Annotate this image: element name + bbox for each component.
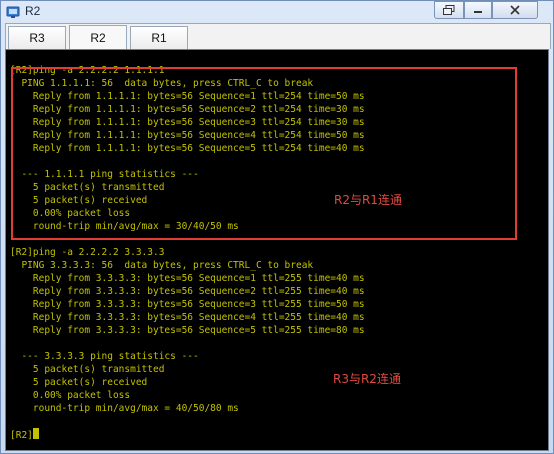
window-title: R2 <box>25 4 41 18</box>
tab-r2[interactable]: R2 <box>69 25 127 49</box>
restore-button[interactable] <box>434 1 464 19</box>
app-icon <box>6 6 20 18</box>
tab-r1[interactable]: R1 <box>130 26 188 49</box>
tab-label: R3 <box>29 31 45 45</box>
terminal-window: R2 R3 R2 R1 [R2]ping -a 2.2.2.2 1.1.1.1 … <box>0 0 554 454</box>
cursor <box>32 428 39 439</box>
terminal-line: 5 packet(s) received <box>10 377 148 388</box>
terminal-line: Reply from 3.3.3.3: bytes=56 Sequence=5 … <box>10 325 365 336</box>
terminal-line: Reply from 3.3.3.3: bytes=56 Sequence=1 … <box>10 273 365 284</box>
tab-label: R1 <box>151 31 167 45</box>
tab-label: R2 <box>90 30 106 45</box>
close-button[interactable] <box>492 1 538 19</box>
terminal-line: --- 3.3.3.3 ping statistics --- <box>10 351 199 362</box>
minimize-button[interactable] <box>464 1 492 19</box>
annotation-r3-r2: R3与R2连通 <box>333 372 401 386</box>
terminal-line: PING 3.3.3.3: 56 data bytes, press CTRL_… <box>10 260 314 271</box>
close-icon <box>510 5 520 15</box>
prompt-text: [R2] <box>10 430 33 441</box>
minimize-icon <box>474 11 482 13</box>
restore-icon <box>443 5 455 15</box>
terminal-line: round-trip min/avg/max = 40/50/80 ms <box>10 403 239 414</box>
terminal-line: Reply from 3.3.3.3: bytes=56 Sequence=3 … <box>10 299 365 310</box>
terminal-line: 5 packet(s) transmitted <box>10 364 165 375</box>
terminal-line: Reply from 3.3.3.3: bytes=56 Sequence=2 … <box>10 286 365 297</box>
terminal-line: Reply from 3.3.3.3: bytes=56 Sequence=4 … <box>10 312 365 323</box>
annotation-r2-r1: R2与R1连通 <box>334 193 402 207</box>
terminal-output[interactable]: [R2]ping -a 2.2.2.2 1.1.1.1 PING 1.1.1.1… <box>5 49 549 451</box>
terminal-line: 0.00% packet loss <box>10 390 131 401</box>
title-bar[interactable]: R2 <box>1 1 553 23</box>
terminal-prompt: [R2] <box>10 428 39 442</box>
tab-r3[interactable]: R3 <box>8 26 66 49</box>
highlight-box <box>11 67 517 240</box>
terminal-line: [R2]ping -a 2.2.2.2 3.3.3.3 <box>10 247 165 258</box>
tab-strip: R3 R2 R1 <box>5 23 551 49</box>
